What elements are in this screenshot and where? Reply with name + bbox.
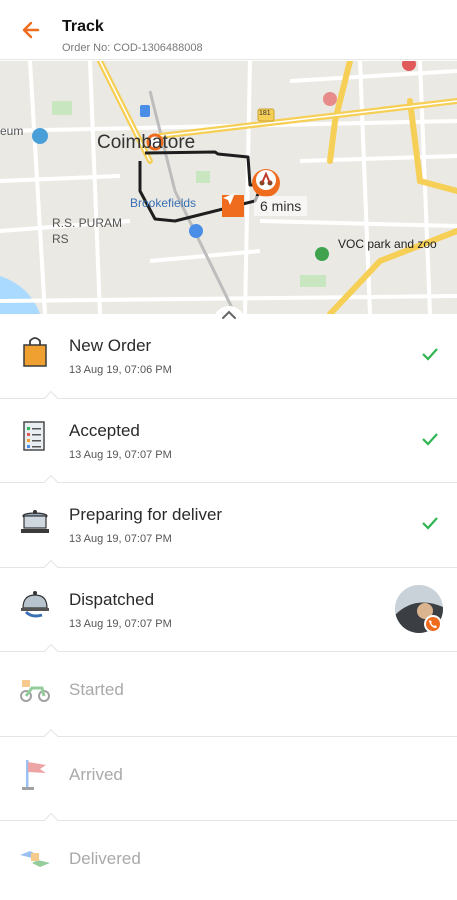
check-icon — [422, 432, 438, 446]
step-time: 13 Aug 19, 07:07 PM — [69, 448, 172, 461]
navigation-arrow-icon — [222, 193, 244, 217]
map-area-label: eum — [0, 124, 24, 138]
step-title: Arrived — [69, 764, 123, 784]
status-step-preparing: Preparing for deliver 13 Aug 19, 07:07 P… — [0, 474, 457, 568]
step-time: 13 Aug 19, 07:07 PM — [69, 533, 172, 545]
tracking-map[interactable]: eum Coimbatore Brookefields R.S. PURAM R… — [0, 61, 457, 314]
status-step-delivered: Delivered — [0, 812, 457, 900]
check-icon — [422, 348, 438, 361]
scooter-icon — [20, 680, 50, 702]
arrow-left-icon — [22, 21, 40, 39]
cooking-pot-icon — [21, 510, 49, 533]
handover-icon — [20, 851, 50, 867]
step-title: Started — [69, 680, 124, 699]
map-area-label: Brookefields — [130, 196, 197, 210]
step-time: 13 Aug 19, 07:07 PM — [69, 617, 172, 630]
back-button[interactable] — [18, 16, 46, 44]
status-step-accepted: Accepted 13 Aug 19, 07:07 PM — [0, 390, 457, 483]
status-step-started: Started — [0, 643, 457, 737]
app-header: Track Order No: COD-1306488008 — [0, 0, 457, 60]
food-cloche-icon — [21, 590, 49, 617]
order-status-timeline: New Order 13 Aug 19, 07:06 PM Accepted 1… — [0, 314, 457, 900]
eta-text: 6 mins — [254, 196, 308, 216]
step-title: Preparing for deliver — [69, 505, 223, 524]
page-title: Track — [62, 18, 104, 35]
shopping-bag-icon — [23, 337, 47, 367]
status-step-new-order: New Order 13 Aug 19, 07:06 PM — [0, 314, 457, 399]
map-area-label: R.S. PURAM — [52, 216, 123, 230]
step-title: Dispatched — [69, 589, 155, 609]
eta-badge: 6 mins — [222, 192, 308, 220]
call-icon[interactable] — [424, 614, 442, 633]
checklist-icon — [23, 420, 45, 451]
map-poi-label: VOC park and zoo — [338, 237, 437, 251]
road-number-label: 181 — [259, 110, 271, 117]
step-title: Accepted — [69, 420, 140, 440]
status-step-dispatched: Dispatched 13 Aug 19, 07:07 PM — [0, 559, 457, 652]
map-canvas — [0, 61, 457, 314]
step-title: New Order — [69, 336, 152, 355]
flag-icon — [22, 759, 46, 790]
map-city-label: Coimbatore — [97, 132, 196, 153]
step-time: 13 Aug 19, 07:06 PM — [69, 364, 172, 376]
order-number: Order No: COD-1306488008 — [62, 42, 203, 54]
map-area-label: RS — [52, 232, 69, 246]
step-title: Delivered — [69, 849, 141, 868]
check-icon — [422, 517, 438, 530]
status-step-arrived: Arrived — [0, 728, 457, 821]
